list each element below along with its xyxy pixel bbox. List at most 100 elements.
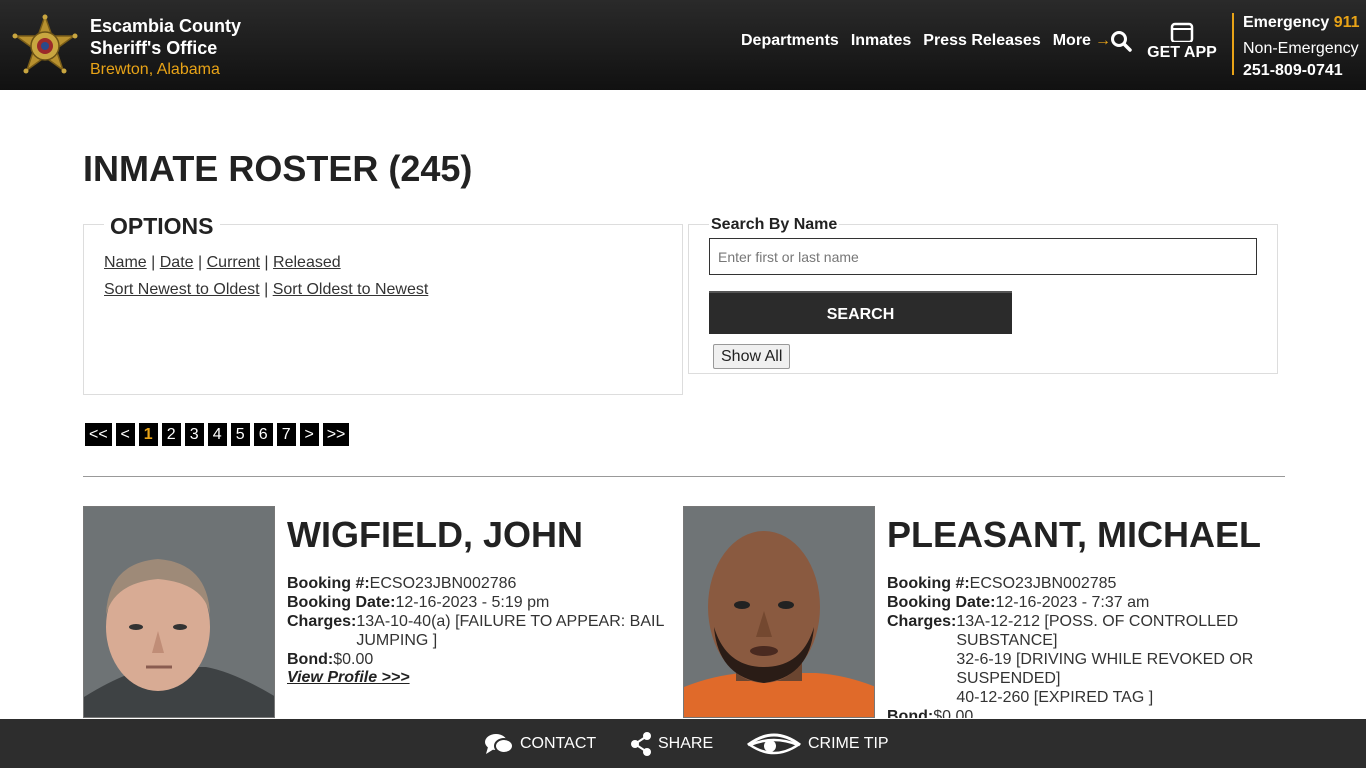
separator: | <box>198 254 203 271</box>
nav-departments[interactable]: Departments <box>741 32 839 50</box>
booking-number-row: Booking #: ECSO23JBN002786 <box>287 574 667 593</box>
page-3[interactable]: 3 <box>184 423 204 446</box>
phone-icon <box>1170 22 1194 42</box>
inmate-info: WIGFIELD, JOHN Booking #: ECSO23JBN002786… <box>287 506 667 687</box>
booking-date-row: Booking Date: 12-16-2023 - 7:37 am <box>887 593 1267 612</box>
inmate-info: PLEASANT, MICHAEL Booking #: ECSO23JBN002… <box>887 506 1267 718</box>
booking-date: 12-16-2023 - 7:37 am <box>995 594 1150 611</box>
eye-icon <box>747 733 801 754</box>
site-header: Escambia County Sheriff's Office Brewton… <box>0 0 1366 90</box>
crime-tip-button[interactable]: CRIME TIP <box>746 719 889 768</box>
charge-item: 32-6-19 [DRIVING WHILE REVOKED OR SUSPEN… <box>956 651 1254 687</box>
inmate-photo[interactable] <box>683 506 875 718</box>
inmate-card: WIGFIELD, JOHN Booking #: ECSO23JBN002786… <box>83 506 673 718</box>
page-next[interactable]: > <box>299 423 319 446</box>
share-label: SHARE <box>658 734 714 752</box>
separator: | <box>264 281 269 298</box>
page-prev[interactable]: < <box>115 423 135 446</box>
emergency-number: 911 <box>1333 14 1360 31</box>
booking-date-label: Booking Date: <box>887 594 996 611</box>
search-input[interactable] <box>709 238 1257 275</box>
page-last[interactable]: >> <box>322 423 350 446</box>
contact-numbers: Emergency 911 Non-Emergency 251-809-0741 <box>1243 12 1360 82</box>
org-line-2: Sheriff's Office <box>90 38 218 58</box>
page-title: INMATE ROSTER (245) <box>83 148 473 189</box>
page-first[interactable]: << <box>85 423 112 446</box>
crime-tip-label: CRIME TIP <box>808 734 889 752</box>
emergency-line[interactable]: Emergency 911 <box>1243 14 1360 31</box>
booking-number: ECSO23JBN002785 <box>969 575 1117 592</box>
share-icon <box>631 731 651 756</box>
chat-bubbles-icon <box>485 733 514 754</box>
booking-date: 12-16-2023 - 5:19 pm <box>395 594 550 611</box>
charge-item: 40-12-260 [EXPIRED TAG ] <box>956 689 1154 706</box>
charge-item: 13A-10-40(a) [FAILURE TO APPEAR: BAIL JU… <box>356 613 664 649</box>
inmate-name[interactable]: PLEASANT, MICHAEL <box>887 514 1267 556</box>
page-5[interactable]: 5 <box>230 423 250 446</box>
booking-number-label: Booking #: <box>287 575 370 592</box>
page-4[interactable]: 4 <box>207 423 227 446</box>
page-7[interactable]: 7 <box>276 423 296 446</box>
footer-bar: CONTACT SHARE CRIME TIP <box>0 719 1366 768</box>
search-panel: Search By Name SEARCH Show All <box>688 216 1278 374</box>
non-emergency-number[interactable]: 251-809-0741 <box>1243 60 1360 82</box>
filter-released-link[interactable]: Released <box>273 254 341 271</box>
mugshot-image <box>684 507 874 717</box>
booking-number-label: Booking #: <box>887 575 970 592</box>
org-name[interactable]: Escambia County Sheriff's Office Brewton… <box>90 15 241 81</box>
page-6[interactable]: 6 <box>253 423 273 446</box>
sort-oldest-link[interactable]: Sort Oldest to Newest <box>273 281 429 298</box>
charge-item: 13A-12-212 [POSS. OF CONTROLLED SUBSTANC… <box>956 613 1239 649</box>
pagination: << < 1 2 3 4 5 6 7 > >> <box>85 423 350 446</box>
filter-current-link[interactable]: Current <box>207 254 260 271</box>
search-icon[interactable] <box>1110 30 1132 52</box>
bond-amount: $0.00 <box>933 708 974 718</box>
share-button[interactable]: SHARE <box>630 719 713 768</box>
booking-date-label: Booking Date: <box>287 594 396 611</box>
booking-number: ECSO23JBN002786 <box>369 575 517 592</box>
nav-press-releases[interactable]: Press Releases <box>923 32 1040 50</box>
search-label: Search By Name <box>709 216 840 234</box>
header-divider <box>1232 13 1234 75</box>
org-line-1: Escambia County <box>90 16 242 36</box>
sort-by-name-link[interactable]: Name <box>104 254 147 271</box>
show-all-button[interactable]: Show All <box>713 344 791 369</box>
separator: | <box>151 254 156 271</box>
bond-label: Bond: <box>287 651 334 668</box>
get-app-button[interactable]: GET APP <box>1147 22 1217 62</box>
bond-amount: $0.00 <box>333 651 374 668</box>
inmate-name[interactable]: WIGFIELD, JOHN <box>287 514 667 556</box>
sort-newest-link[interactable]: Sort Newest to Oldest <box>104 281 260 298</box>
inmate-photo[interactable] <box>83 506 275 718</box>
contact-label: CONTACT <box>520 734 597 752</box>
search-button[interactable]: SEARCH <box>709 291 1012 334</box>
booking-number-row: Booking #: ECSO23JBN002785 <box>887 574 1267 593</box>
contact-button[interactable]: CONTACT <box>484 719 596 768</box>
sort-links: Name | Date | Current | Released <box>104 254 341 272</box>
nav-more[interactable]: More → <box>1053 32 1111 50</box>
charges-row: Charges: 13A-12-212 [POSS. OF CONTROLLED… <box>887 612 1267 707</box>
nav-more-label: More <box>1052 32 1091 49</box>
bond-row: Bond: $0.00 <box>887 707 1267 718</box>
page-2[interactable]: 2 <box>161 423 181 446</box>
page-1[interactable]: 1 <box>138 423 158 446</box>
emergency-label: Emergency <box>1243 14 1330 31</box>
get-app-label: GET APP <box>1147 44 1217 61</box>
divider <box>83 476 1285 477</box>
separator: | <box>264 254 269 271</box>
options-panel: OPTIONS Name | Date | Current | Released… <box>83 213 683 395</box>
nav-inmates[interactable]: Inmates <box>851 32 911 50</box>
org-location: Brewton, Alabama <box>90 61 220 78</box>
sort-by-date-link[interactable]: Date <box>160 254 194 271</box>
booking-date-row: Booking Date: 12-16-2023 - 5:19 pm <box>287 593 667 612</box>
inmate-card: PLEASANT, MICHAEL Booking #: ECSO23JBN002… <box>683 506 1273 718</box>
mugshot-image <box>84 507 274 717</box>
options-heading: OPTIONS <box>104 213 220 240</box>
sheriff-star-badge-icon[interactable] <box>11 14 79 80</box>
non-emergency-label: Non-Emergency <box>1243 40 1359 57</box>
charges-label: Charges: <box>887 613 957 630</box>
arrow-right-icon: → <box>1094 32 1111 49</box>
view-profile-link[interactable]: View Profile >>> <box>287 669 410 687</box>
bond-label: Bond: <box>887 708 934 718</box>
main-nav: Departments Inmates Press Releases More → <box>741 32 1111 50</box>
